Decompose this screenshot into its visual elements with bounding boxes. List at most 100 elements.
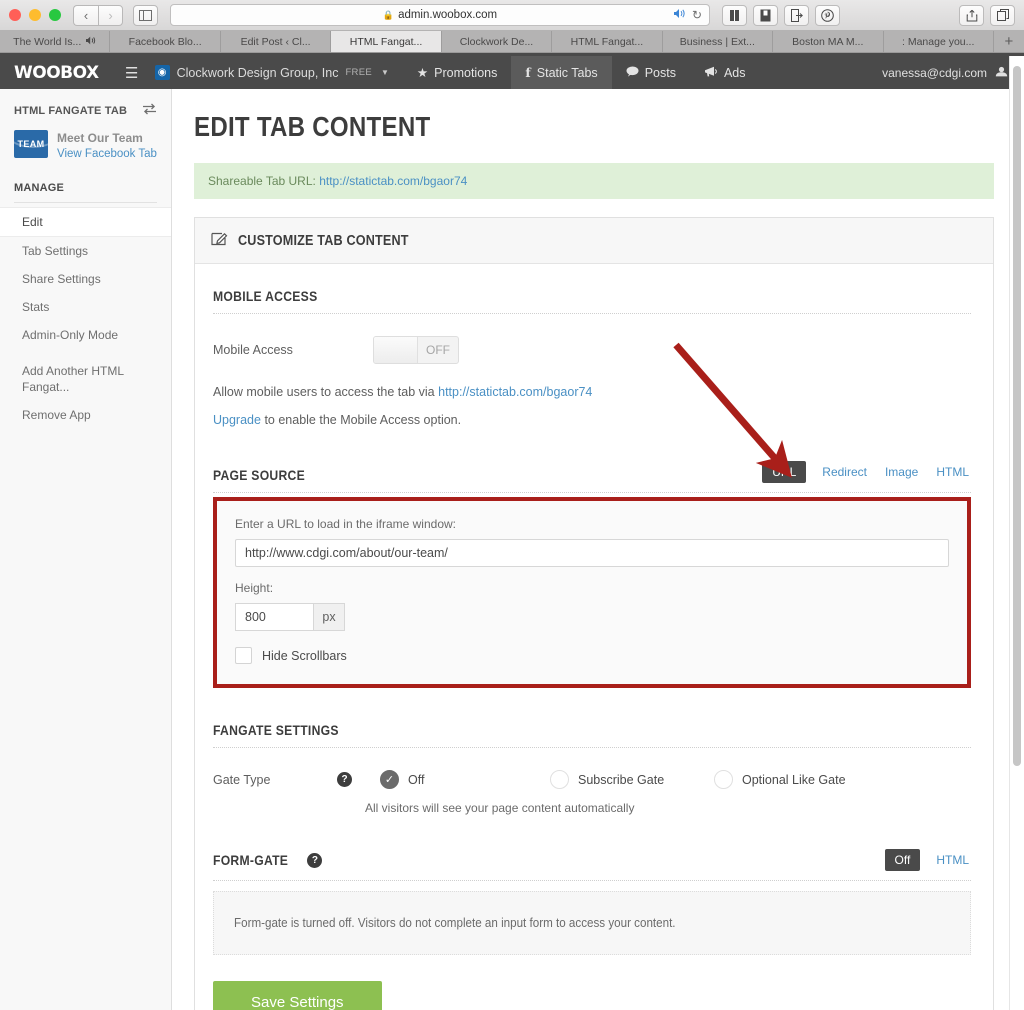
url-input[interactable] bbox=[235, 539, 949, 567]
nav-item-static-tabs[interactable]: f Static Tabs bbox=[511, 56, 612, 89]
formgate-help-icon[interactable]: ? bbox=[307, 852, 323, 868]
nav-item-ads[interactable]: Ads bbox=[690, 56, 760, 89]
sidebar-item-share-settings[interactable]: Share Settings bbox=[0, 265, 171, 293]
formgate-tab-off[interactable]: Off bbox=[884, 849, 921, 871]
browser-tab[interactable]: The World Is... bbox=[0, 31, 111, 52]
sidebar-item-label: Remove App bbox=[22, 408, 91, 422]
back-icon: ‹ bbox=[83, 7, 89, 23]
main-content: EDIT TAB CONTENT Shareable Tab URL: http… bbox=[172, 89, 1024, 1010]
close-window-button[interactable] bbox=[9, 9, 21, 21]
browser-tab[interactable]: Clockwork De... bbox=[442, 31, 553, 52]
browser-tab[interactable]: Edit Post ‹ Cl... bbox=[221, 31, 332, 52]
formgate-tab-html[interactable]: HTML bbox=[934, 849, 971, 871]
browser-tab-label: Edit Post ‹ Cl... bbox=[240, 35, 311, 48]
browser-tab-label: HTML Fangat... bbox=[570, 35, 644, 48]
radio-off[interactable]: ✓ bbox=[380, 770, 399, 789]
woobox-logo[interactable]: WOOBOX bbox=[0, 56, 115, 89]
gate-option-off[interactable]: ✓ Off bbox=[380, 770, 550, 789]
browser-tab[interactable]: : Manage you... bbox=[884, 31, 994, 52]
gate-option-optional-like[interactable]: Optional Like Gate bbox=[714, 770, 846, 789]
sidebar-item-admin-only-mode[interactable]: Admin-Only Mode bbox=[0, 321, 171, 349]
help-icon[interactable]: ? bbox=[337, 772, 352, 787]
sidebar-icon bbox=[139, 9, 152, 21]
section-divider bbox=[213, 880, 971, 881]
nav-item-posts[interactable]: Posts bbox=[612, 56, 690, 89]
chevron-down-icon[interactable]: ▼ bbox=[381, 68, 389, 77]
hide-scrollbars-checkbox[interactable] bbox=[235, 647, 252, 664]
page-source-tab-html[interactable]: HTML bbox=[934, 461, 971, 483]
gate-option-subscribe[interactable]: Subscribe Gate bbox=[550, 770, 714, 789]
browser-tab[interactable]: Facebook Blo... bbox=[110, 31, 221, 52]
scrollbar-thumb[interactable] bbox=[1013, 66, 1021, 766]
user-menu[interactable]: vanessa@cdgi.com bbox=[882, 56, 1024, 89]
mobile-access-label: Mobile Access bbox=[213, 343, 293, 357]
panel-header: CUSTOMIZE TAB CONTENT bbox=[195, 218, 993, 264]
back-button[interactable]: ‹ bbox=[73, 4, 98, 26]
mobile-access-note-text: Allow mobile users to access the tab via bbox=[213, 385, 435, 399]
nav-item-promotions[interactable]: ★ Promotions bbox=[403, 56, 511, 89]
height-input[interactable] bbox=[235, 603, 313, 631]
browser-tab[interactable]: HTML Fangat... bbox=[552, 31, 663, 52]
sidebar-item-add-another-app[interactable]: Add Another HTML Fangat... bbox=[0, 357, 171, 401]
fangate-section-title: FANGATE SETTINGS bbox=[213, 722, 339, 738]
tabs-overview-icon[interactable] bbox=[990, 4, 1015, 26]
new-tab-button[interactable]: + bbox=[994, 31, 1024, 52]
minimize-window-button[interactable] bbox=[29, 9, 41, 21]
toolbar-right-icons[interactable] bbox=[959, 4, 1015, 26]
browser-tab-active[interactable]: HTML Fangat... bbox=[331, 31, 442, 52]
browser-tab[interactable]: Business | Ext... bbox=[663, 31, 774, 52]
radio-optional-like-gate[interactable] bbox=[714, 770, 733, 789]
mobile-access-note-link[interactable]: http://statictab.com/bgaor74 bbox=[438, 385, 592, 399]
mobile-access-toggle[interactable]: OFF bbox=[373, 336, 459, 364]
sidebar-item-label: Stats bbox=[22, 300, 50, 314]
page-title: EDIT TAB CONTENT bbox=[194, 111, 431, 142]
share-icon[interactable] bbox=[959, 4, 984, 26]
page-selector[interactable]: ◉ Clockwork Design Group, Inc FREE ▼ bbox=[149, 56, 403, 89]
formgate-tabs[interactable]: Off HTML bbox=[884, 849, 971, 871]
sidebar-item-edit[interactable]: Edit bbox=[0, 207, 171, 237]
panel-title: CUSTOMIZE TAB CONTENT bbox=[238, 232, 409, 249]
window-controls[interactable] bbox=[9, 9, 61, 21]
pinterest-icon[interactable] bbox=[815, 4, 840, 26]
hide-scrollbars-label: Hide Scrollbars bbox=[262, 648, 347, 663]
page-source-section-title: PAGE SOURCE bbox=[213, 467, 305, 483]
nav-item-label: Posts bbox=[644, 65, 676, 80]
sidebar-toggle-button[interactable] bbox=[133, 4, 158, 26]
sidebar-title: HTML FANGATE TAB bbox=[14, 104, 128, 117]
mobile-access-note: Allow mobile users to access the tab via… bbox=[213, 385, 971, 399]
gate-option-label: Optional Like Gate bbox=[742, 772, 846, 787]
page-source-tabs[interactable]: URL Redirect Image HTML bbox=[762, 461, 971, 483]
address-bar[interactable]: 🔒 admin.woobox.com ↻ bbox=[170, 4, 710, 26]
sidebar-item-tab-settings[interactable]: Tab Settings bbox=[0, 237, 171, 265]
browser-tabstrip[interactable]: The World Is... Facebook Blo... Edit Pos… bbox=[0, 31, 1024, 53]
swap-icon[interactable] bbox=[142, 103, 157, 118]
shareable-url-link[interactable]: http://statictab.com/bgaor74 bbox=[319, 174, 467, 188]
browser-extension-icons[interactable] bbox=[722, 4, 840, 26]
sidebar-item-stats[interactable]: Stats bbox=[0, 293, 171, 321]
speaker-icon[interactable] bbox=[85, 36, 96, 47]
upgrade-link[interactable]: Upgrade bbox=[213, 413, 261, 427]
pocket-icon[interactable] bbox=[784, 4, 809, 26]
hamburger-menu-icon[interactable]: ☰ bbox=[115, 56, 149, 89]
reload-icon[interactable]: ↻ bbox=[692, 8, 702, 22]
audio-icon[interactable] bbox=[673, 8, 685, 22]
section-divider bbox=[213, 313, 971, 314]
gate-option-label: Subscribe Gate bbox=[578, 772, 665, 787]
browser-tab[interactable]: Boston MA M... bbox=[773, 31, 884, 52]
navigation-buttons[interactable]: ‹ › bbox=[73, 4, 123, 26]
browser-tab-label: Boston MA M... bbox=[792, 35, 864, 48]
page-source-tab-image[interactable]: Image bbox=[883, 461, 920, 483]
book-icon[interactable] bbox=[722, 4, 747, 26]
radio-subscribe-gate[interactable] bbox=[550, 770, 569, 789]
maximize-window-button[interactable] bbox=[49, 9, 61, 21]
sidebar-item-remove-app[interactable]: Remove App bbox=[0, 401, 171, 429]
save-settings-button[interactable]: Save Settings bbox=[213, 981, 382, 1010]
hide-scrollbars-row[interactable]: Hide Scrollbars bbox=[235, 647, 949, 664]
page-source-tab-url[interactable]: URL bbox=[762, 461, 807, 483]
view-facebook-tab-link[interactable]: View Facebook Tab bbox=[57, 146, 157, 162]
shareable-url-banner: Shareable Tab URL: http://statictab.com/… bbox=[194, 163, 994, 199]
browser-tab-label: Facebook Blo... bbox=[128, 35, 202, 48]
page-source-tab-redirect[interactable]: Redirect bbox=[820, 461, 869, 483]
reader-icon[interactable] bbox=[753, 4, 778, 26]
forward-button[interactable]: › bbox=[98, 4, 123, 26]
